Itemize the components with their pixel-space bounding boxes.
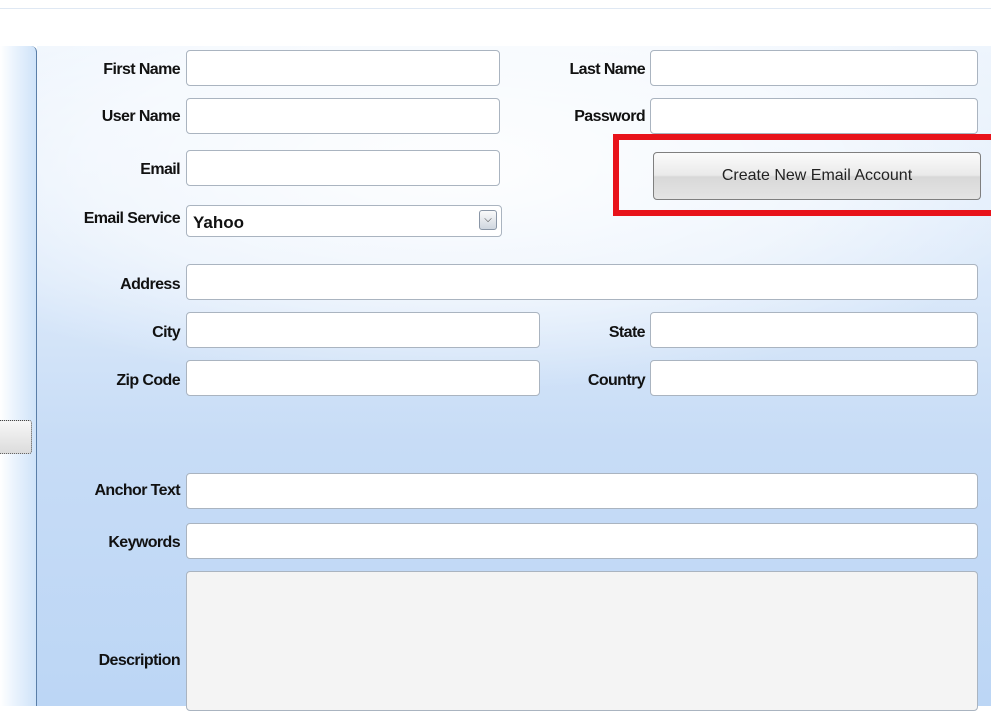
user-name-input[interactable] — [186, 98, 500, 134]
email-label: Email — [140, 161, 180, 178]
city-input[interactable] — [186, 312, 540, 348]
email-input[interactable] — [186, 150, 500, 186]
keywords-label: Keywords — [108, 534, 180, 551]
first-name-label: First Name — [103, 61, 180, 78]
address-label: Address — [120, 276, 180, 293]
keywords-input[interactable] — [186, 523, 978, 559]
email-service-select[interactable]: Yahoo ⌵ — [186, 205, 502, 237]
zip-code-input[interactable] — [186, 360, 540, 396]
state-input[interactable] — [650, 312, 978, 348]
chevron-down-icon[interactable]: ⌵ — [479, 210, 497, 230]
first-name-input[interactable] — [186, 50, 500, 86]
city-label: City — [152, 324, 180, 341]
last-name-label: Last Name — [569, 61, 645, 78]
description-textarea[interactable] — [186, 571, 978, 711]
country-input[interactable] — [650, 360, 978, 396]
side-panel-button[interactable] — [0, 420, 32, 454]
left-side-panel — [0, 46, 37, 706]
create-new-email-account-button[interactable]: Create New Email Account — [653, 152, 981, 200]
window-top-strip — [0, 0, 991, 9]
zip-code-label: Zip Code — [116, 372, 180, 389]
email-service-label: Email Service — [83, 210, 181, 227]
anchor-text-label: Anchor Text — [94, 482, 180, 499]
password-label: Password — [574, 108, 645, 125]
password-input[interactable] — [650, 98, 978, 134]
country-label: Country — [587, 372, 646, 389]
anchor-text-input[interactable] — [186, 473, 978, 509]
description-label: Description — [98, 652, 181, 669]
last-name-input[interactable] — [650, 50, 978, 86]
email-service-value: Yahoo — [193, 213, 245, 232]
user-name-label: User Name — [101, 108, 181, 125]
address-input[interactable] — [186, 264, 978, 300]
state-label: State — [608, 324, 646, 341]
